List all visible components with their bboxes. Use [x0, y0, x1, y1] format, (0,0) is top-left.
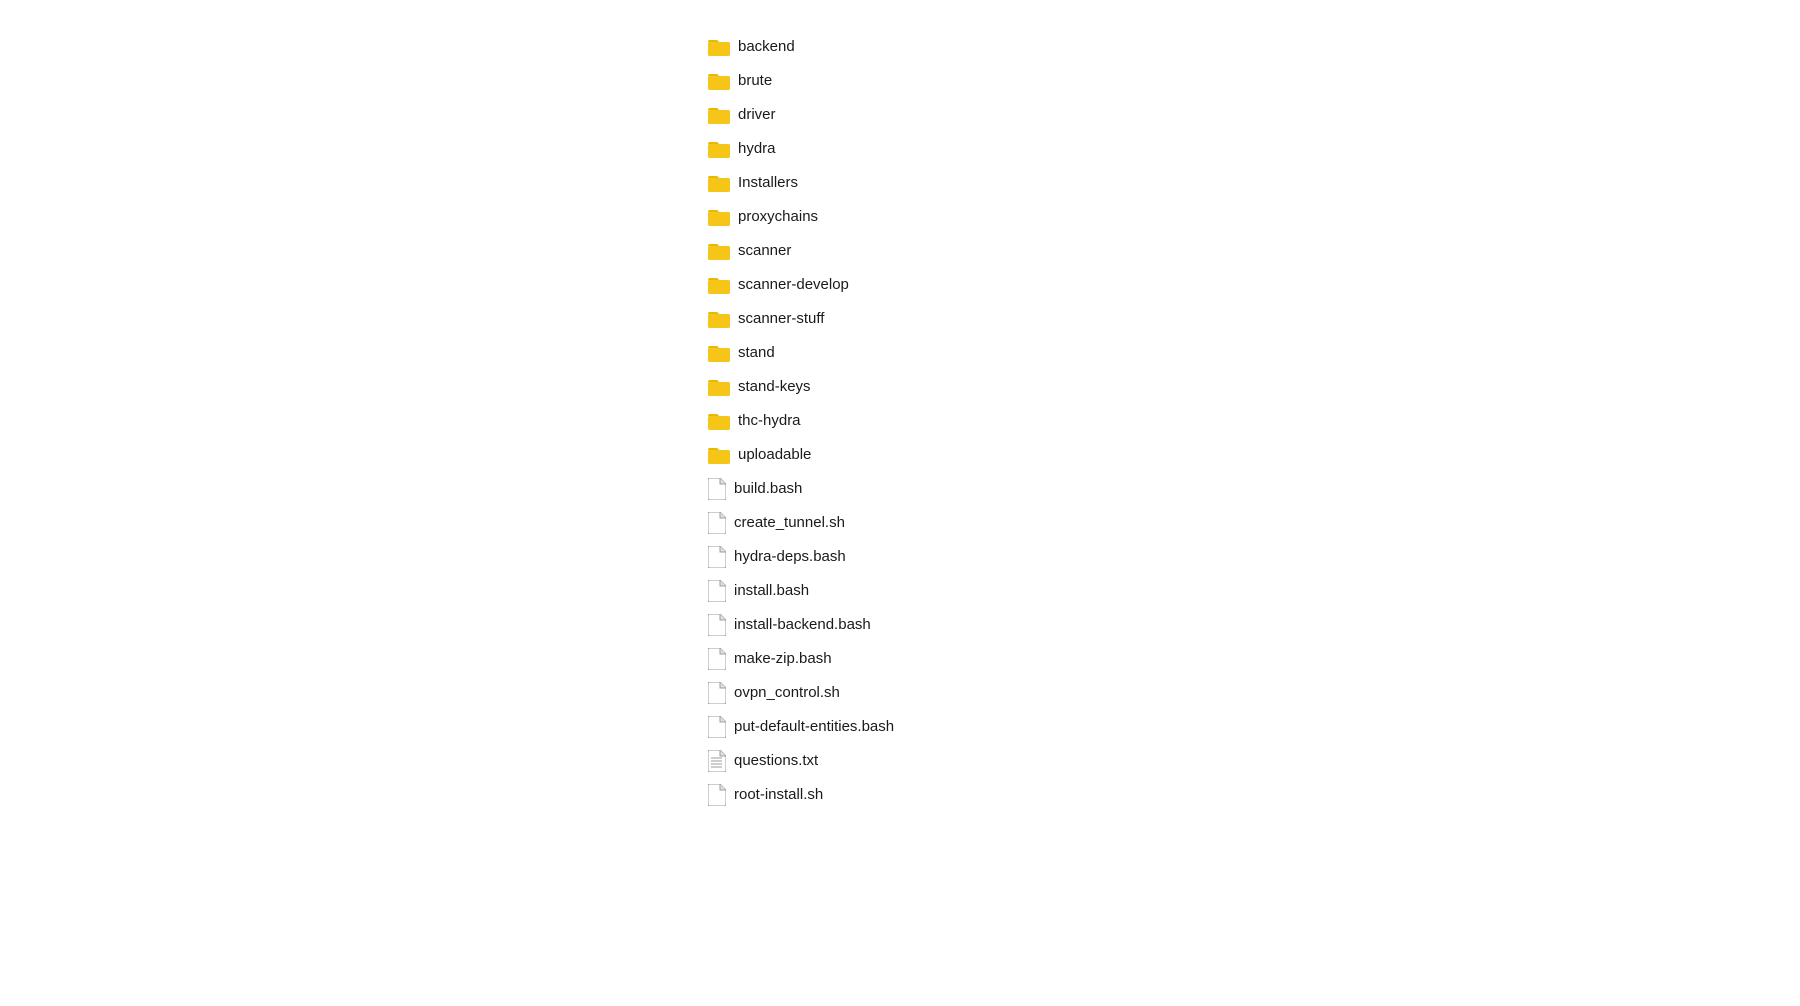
file-icon: [708, 546, 726, 568]
item-label: Installers: [738, 171, 798, 195]
item-label: questions.txt: [734, 749, 818, 773]
list-item-ovpn_control.sh[interactable]: ovpn_control.sh: [700, 676, 1100, 710]
list-item-thc-hydra[interactable]: thc-hydra: [700, 404, 1100, 438]
item-label: build.bash: [734, 477, 802, 501]
file-icon: [708, 716, 726, 738]
list-item-build.bash[interactable]: build.bash: [700, 472, 1100, 506]
item-label: root-install.sh: [734, 783, 823, 807]
list-item-stand[interactable]: stand: [700, 336, 1100, 370]
folder-icon: [708, 446, 730, 464]
folder-icon: [708, 378, 730, 396]
item-label: stand: [738, 341, 775, 365]
folder-icon: [708, 72, 730, 90]
file-icon: [708, 614, 726, 636]
list-item-backend[interactable]: backend: [700, 30, 1100, 64]
folder-icon: [708, 310, 730, 328]
item-label: stand-keys: [738, 375, 811, 399]
list-item-questions.txt[interactable]: questions.txt: [700, 744, 1100, 778]
item-label: create_tunnel.sh: [734, 511, 845, 535]
folder-icon: [708, 106, 730, 124]
item-label: put-default-entities.bash: [734, 715, 894, 739]
list-item-root-install.sh[interactable]: root-install.sh: [700, 778, 1100, 812]
list-item-hydra[interactable]: hydra: [700, 132, 1100, 166]
item-label: uploadable: [738, 443, 811, 467]
list-item-proxychains[interactable]: proxychains: [700, 200, 1100, 234]
folder-icon: [708, 242, 730, 260]
item-label: install.bash: [734, 579, 809, 603]
item-label: proxychains: [738, 205, 818, 229]
item-label: backend: [738, 35, 795, 59]
file-text-icon: [708, 750, 726, 772]
list-item-uploadable[interactable]: uploadable: [700, 438, 1100, 472]
list-item-scanner-develop[interactable]: scanner-develop: [700, 268, 1100, 302]
file-icon: [708, 682, 726, 704]
item-label: brute: [738, 69, 772, 93]
item-label: install-backend.bash: [734, 613, 871, 637]
list-item-install-backend.bash[interactable]: install-backend.bash: [700, 608, 1100, 642]
item-label: thc-hydra: [738, 409, 801, 433]
item-label: hydra-deps.bash: [734, 545, 846, 569]
list-item-scanner-stuff[interactable]: scanner-stuff: [700, 302, 1100, 336]
list-item-create_tunnel.sh[interactable]: create_tunnel.sh: [700, 506, 1100, 540]
file-icon: [708, 648, 726, 670]
item-label: scanner-stuff: [738, 307, 824, 331]
file-list: backend brute driver hydra Installers proxych…: [700, 20, 1100, 986]
file-icon: [708, 784, 726, 806]
file-icon: [708, 580, 726, 602]
list-item-stand-keys[interactable]: stand-keys: [700, 370, 1100, 404]
item-label: scanner-develop: [738, 273, 849, 297]
folder-icon: [708, 140, 730, 158]
list-item-scanner[interactable]: scanner: [700, 234, 1100, 268]
file-icon: [708, 478, 726, 500]
item-label: ovpn_control.sh: [734, 681, 840, 705]
folder-icon: [708, 208, 730, 226]
list-item-install.bash[interactable]: install.bash: [700, 574, 1100, 608]
folder-icon: [708, 344, 730, 362]
list-item-hydra-deps.bash[interactable]: hydra-deps.bash: [700, 540, 1100, 574]
folder-icon: [708, 276, 730, 294]
list-item-driver[interactable]: driver: [700, 98, 1100, 132]
item-label: hydra: [738, 137, 776, 161]
list-item-put-default-entities.bash[interactable]: put-default-entities.bash: [700, 710, 1100, 744]
folder-icon: [708, 38, 730, 56]
list-item-make-zip.bash[interactable]: make-zip.bash: [700, 642, 1100, 676]
folder-icon: [708, 174, 730, 192]
file-icon: [708, 512, 726, 534]
item-label: make-zip.bash: [734, 647, 832, 671]
list-item-brute[interactable]: brute: [700, 64, 1100, 98]
list-item-Installers[interactable]: Installers: [700, 166, 1100, 200]
item-label: driver: [738, 103, 776, 127]
item-label: scanner: [738, 239, 791, 263]
folder-icon: [708, 412, 730, 430]
